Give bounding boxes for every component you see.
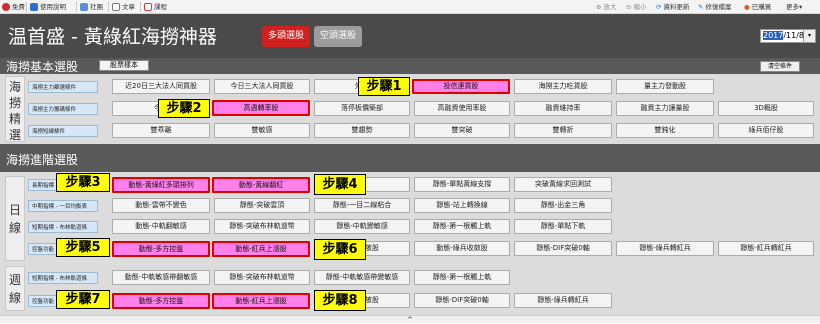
toolbar-zoom-out-button[interactable]: ⊖ 縮小 [626, 2, 647, 12]
btn-ygr-bull-arrangement[interactable]: 動態-黃綠紅多頭排列 [112, 177, 210, 193]
btn-double-deviation[interactable]: 雙乖離 [112, 123, 210, 138]
date-picker[interactable]: 2017/11/8 [760, 29, 804, 43]
btn-gold-triangle[interactable]: 靜態-出金三角 [514, 198, 612, 213]
btn-green-converge[interactable]: 動態-綠兵收斂股 [414, 241, 510, 256]
btn-double-sensitive[interactable]: 雙敏感 [214, 123, 310, 138]
btn-red-to-red[interactable]: 靜態-紅兵轉紅兵 [718, 241, 814, 256]
btn-volume-main-force[interactable]: 量主力發動股 [616, 79, 714, 94]
btn-limit-board[interactable]: 落停板價築部 [314, 101, 410, 116]
btn-mid-rail-change[interactable]: 靜態-中軌變敏感 [314, 219, 410, 234]
row-label-chip-filter: 海撈主力籌碼條件 [28, 103, 98, 115]
btn-main-force-accumulate[interactable]: 海撈主力吃貨股 [514, 79, 612, 94]
btn-week-first-touch-upper[interactable]: 靜態-第一根觸上軌 [414, 270, 510, 285]
toolbar-zoom-in-button[interactable]: ⊕ 放大 [596, 2, 617, 12]
bear-select-button[interactable]: 空頭選股 [314, 26, 362, 47]
btn-double-breakout[interactable]: 雙突破 [414, 123, 510, 138]
basic-section-title: 海撈基本選股 [6, 60, 79, 74]
step-label-8: 步驟8 [314, 290, 366, 311]
step-label-2: 步驟2 [158, 99, 210, 118]
btn-high-margin-use[interactable]: 高融資使用率股 [414, 101, 510, 116]
btn-yellow-support[interactable]: 靜態-單點黃線支撐 [414, 177, 510, 192]
chevron-down-icon: ▾ [807, 32, 811, 39]
btn-break-cloud-top[interactable]: 靜態-突破雲頂 [214, 198, 310, 213]
zoom-in-icon: ⊕ [596, 3, 602, 11]
zoom-out-icon: ⊖ [626, 3, 632, 11]
btn-green-soldier[interactable]: 綠兵佰仔股 [718, 123, 814, 138]
row-label-mid-term: 中期指標 - 一目均衡表 [28, 200, 98, 212]
toolbar-free-button[interactable]: 免費 [2, 2, 25, 12]
btn-margin-main-force[interactable]: 融資主力讓量股 [616, 101, 714, 116]
logo-icon [2, 3, 10, 11]
refresh-icon: ⟳ [656, 3, 662, 11]
btn-today-institutional-buy[interactable]: 今日三大法人同買股 [214, 79, 310, 94]
clear-conditions-button[interactable]: 清空條件 [760, 61, 800, 72]
btn-week-dif-break-zero[interactable]: 靜態-DIF突破0軸 [414, 293, 510, 308]
btn-week-red-soldier-rise[interactable]: 動態-紅兵上漲股 [212, 293, 310, 309]
btn-high-turnover[interactable]: 高週轉率股 [212, 100, 310, 116]
btn-week-mid-band-sensitive[interactable]: 動態-中軌敏感帶翻敏感 [112, 270, 210, 285]
btn-mid-rail-sensitive[interactable]: 動態-中軌翻敏感 [112, 219, 210, 234]
advanced-section-title: 海撈進階選股 [6, 153, 79, 167]
step-label-6: 步驟6 [314, 239, 366, 260]
toolbar-help-button[interactable]: 使用說明 [30, 2, 66, 12]
btn-double-trend[interactable]: 雙趨勢 [314, 123, 410, 138]
btn-yellow-breakout-test[interactable]: 突破黃線求回測試 [514, 177, 612, 192]
btn-single-lower-rail[interactable]: 靜態-單點下軌 [514, 219, 612, 234]
btn-3d-concept[interactable]: 3D概股 [718, 101, 814, 116]
btn-20d-institutional-buy[interactable]: 近20日三大法人同買股 [112, 79, 210, 94]
chevron-down-icon: ▾ [799, 3, 803, 11]
toolbar-refresh-button[interactable]: ⟳ 資料更新 [656, 2, 690, 12]
app-title: 温首盛 - 黃綠紅海撈神器 [8, 26, 217, 48]
step-label-7: 步驟7 [56, 290, 110, 309]
btn-week-bull-control[interactable]: 動態-多方控盤 [112, 293, 210, 309]
row-label-bollinger: 短期指標 - 布林軌道條 [28, 221, 98, 233]
btn-week-mid-band-change[interactable]: 靜態-中軌敏感帶變敏感 [314, 270, 410, 285]
top-toolbar: 免費 使用說明 社團 文章 課程 ⊕ 放大 ⊖ 縮小 ⟳ 資料更新 ✎ 修復檔案… [0, 0, 820, 14]
row-label-short-term: 海撈短線條件 [28, 125, 98, 137]
step-label-5: 步驟5 [56, 238, 110, 257]
step-label-1: 步驟1 [358, 77, 410, 96]
advanced-section-header: 海撈進階選股 [0, 144, 820, 172]
btn-break-bollinger[interactable]: 靜態-突破布林軌道幣 [214, 219, 310, 234]
toolbar-more-button[interactable]: 更多▾ [786, 2, 802, 12]
btn-week-green-to-red[interactable]: 靜態-綠兵轉紅兵 [514, 293, 612, 308]
row-label-main-filter: 海撈主力篩選條件 [28, 81, 98, 93]
date-dropdown-button[interactable]: ▾ [804, 29, 816, 43]
btn-ichimoku-merge[interactable]: 靜態-一目二線粘合 [314, 198, 410, 213]
toolbar-purchased-button[interactable]: ● 已購買 [744, 2, 771, 12]
btn-yellow-turn-red[interactable]: 動態-黃線翻紅 [212, 177, 310, 193]
btn-margin-maintenance[interactable]: 融資維持率 [514, 101, 612, 116]
bull-select-button[interactable]: 多頭選股 [262, 26, 310, 47]
btn-cloud-no-change[interactable]: 動態-雲帶不變色 [112, 198, 210, 213]
article-icon [112, 3, 120, 11]
week-line-side-label: 週 線 [5, 266, 25, 311]
toolbar-repair-button[interactable]: ✎ 修復檔案 [698, 2, 732, 12]
btn-dif-break-zero[interactable]: 靜態-DIF突破0軸 [514, 241, 612, 256]
collapse-bar[interactable]: ^ [0, 315, 820, 324]
btn-red-soldier-rise[interactable]: 動態-紅兵上漲股 [212, 241, 310, 257]
repair-icon: ✎ [698, 3, 704, 11]
course-icon [144, 3, 152, 11]
row-label-week-bollinger: 短期指標 - 布林軌道條 [28, 272, 98, 284]
help-icon [30, 3, 38, 11]
btn-first-touch-upper[interactable]: 靜態-第一根觸上軌 [414, 219, 510, 234]
toolbar-article-button[interactable]: 文章 [112, 2, 135, 12]
btn-double-passivation[interactable]: 雙鈍化 [616, 123, 714, 138]
btn-double-turn[interactable]: 雙轉折 [514, 123, 612, 138]
basic-side-label: 海 撈 精 選 [5, 76, 25, 142]
toolbar-course-button[interactable]: 課程 [144, 2, 167, 12]
btn-green-to-red[interactable]: 靜態-綠兵轉紅兵 [616, 241, 714, 256]
btn-trust-continuous-buy[interactable]: 投信連買股 [412, 79, 510, 94]
purchased-icon: ● [744, 3, 750, 11]
btn-week-break-bollinger[interactable]: 靜態-突破布林軌道幣 [214, 270, 310, 285]
btn-above-conversion[interactable]: 靜態-站上轉換線 [414, 198, 510, 213]
toolbar-community-button[interactable]: 社團 [80, 2, 103, 12]
stock-sample-button[interactable]: 股票樣本 [99, 60, 149, 71]
step-label-3: 步驟3 [56, 173, 110, 192]
community-icon [80, 3, 88, 11]
day-line-side-label: 日 線 [5, 176, 25, 261]
btn-bull-control[interactable]: 動態-多方控盤 [112, 241, 210, 257]
step-label-4: 步驟4 [314, 174, 366, 195]
